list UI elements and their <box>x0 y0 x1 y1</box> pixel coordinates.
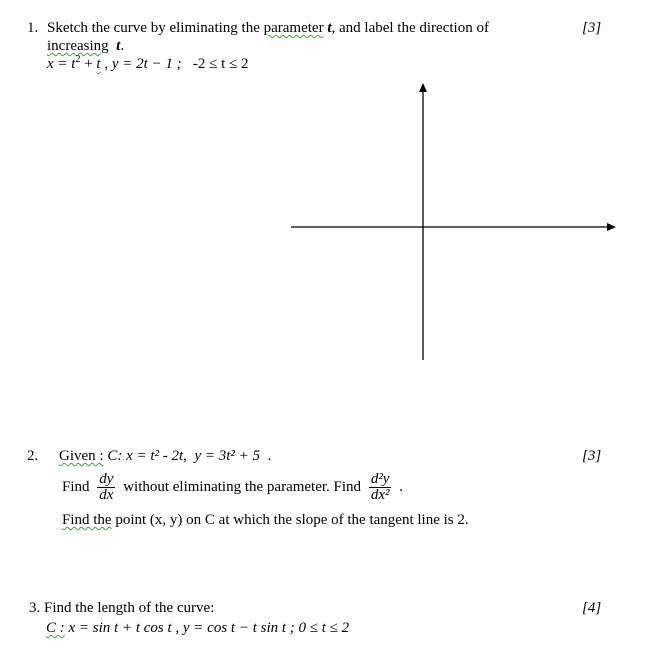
denominator: dx <box>99 487 114 504</box>
numerator: d²y <box>368 471 392 489</box>
question-2-text: point (x, y) on C at which the slope of … <box>115 512 469 528</box>
x-axis-arrow-icon <box>607 223 616 231</box>
equation-y: y = 3t² + 5 <box>194 448 261 464</box>
question-2-marks: [3] <box>582 448 602 464</box>
question-2-given: Given : C: x = t² - 2t, y = 3t² + 5 . <box>59 447 271 465</box>
question-3-line-1: 3. Find the length of the curve: <box>29 599 214 617</box>
spell-check-word: Given : <box>59 448 104 464</box>
fraction-dy-dx: dy dx <box>97 471 116 504</box>
spell-check-word: C : <box>46 620 65 636</box>
question-2-number: 2. <box>27 448 39 464</box>
find-text: Find <box>62 479 90 495</box>
question-3-marks: [4] <box>582 600 602 616</box>
coordinate-axes <box>291 83 616 360</box>
curve-equation: x = sin t + t cos t , y = cos t − t sin … <box>68 620 350 636</box>
equation-x: x = t² - 2t, <box>126 448 187 464</box>
period: . <box>267 448 272 464</box>
curve-name: C: <box>107 448 123 464</box>
y-axis-arrow-icon <box>419 83 427 92</box>
question-3-equation: C : x = sin t + t cos t , y = cos t − t … <box>46 619 349 637</box>
spell-check-word: Find the <box>62 512 112 528</box>
question-3-number: 3. <box>29 600 41 616</box>
question-2-text: without eliminating the parameter. Find <box>123 479 362 495</box>
period: . <box>399 479 403 495</box>
question-2-line-2: Find dy dx without eliminating the parame… <box>62 471 403 503</box>
question-3-text: Find the length of the curve: <box>44 600 215 616</box>
question-2-line-3: Find the point (x, y) on C at which the … <box>62 511 469 529</box>
numerator: dy <box>97 471 116 489</box>
fraction-d2y-dx2: d²y dx² <box>368 471 392 504</box>
denominator: dx² <box>370 487 390 504</box>
